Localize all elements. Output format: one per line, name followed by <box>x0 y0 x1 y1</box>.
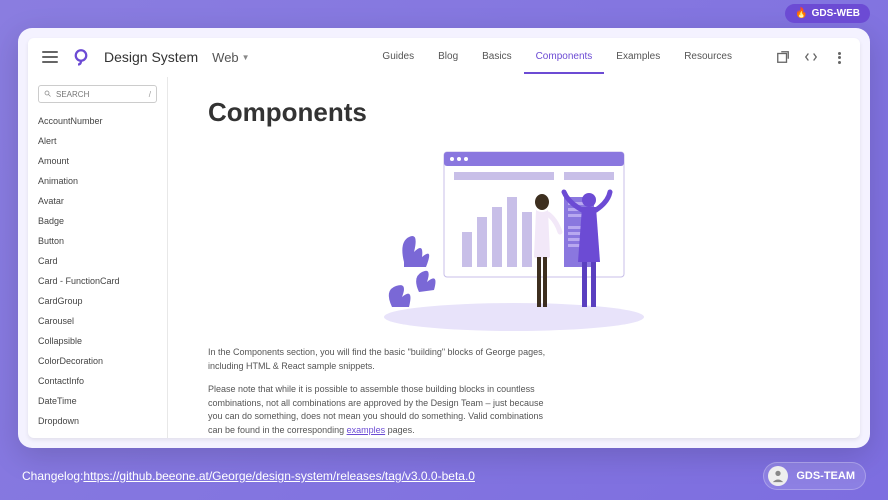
search-input[interactable]: / <box>38 85 157 103</box>
brand-name: Design System <box>104 49 198 65</box>
changelog-link[interactable]: https://github.beeone.at/George/design-s… <box>83 469 475 483</box>
nav-examples[interactable]: Examples <box>604 41 672 74</box>
team-label: GDS-TEAM <box>796 470 855 482</box>
sidebar-item-carousel[interactable]: Carousel <box>38 311 157 331</box>
browser-frame: Design System Web ▼ GuidesBlogBasicsComp… <box>28 38 860 438</box>
flame-icon: 🔥 <box>795 8 807 19</box>
page-title: Components <box>208 97 820 128</box>
nav-guides[interactable]: Guides <box>370 41 426 74</box>
logo-icon <box>72 48 90 66</box>
nav-resources[interactable]: Resources <box>672 41 744 74</box>
sidebar-item-card[interactable]: Card <box>38 251 157 271</box>
note-text-2: pages. <box>385 425 415 435</box>
footer-bar: Changelog: https://github.beeone.at/Geor… <box>0 462 888 490</box>
sidebar-item-animation[interactable]: Animation <box>38 171 157 191</box>
search-field[interactable] <box>56 90 145 99</box>
nav-blog[interactable]: Blog <box>426 41 470 74</box>
platform-label: Web <box>212 50 239 65</box>
nav-basics[interactable]: Basics <box>470 41 523 74</box>
sidebar-item-alert[interactable]: Alert <box>38 131 157 151</box>
sidebar-item-amount[interactable]: Amount <box>38 151 157 171</box>
top-toolbar: Design System Web ▼ GuidesBlogBasicsComp… <box>28 38 860 77</box>
gds-web-badge[interactable]: 🔥 GDS-WEB <box>785 4 870 23</box>
avatar-icon <box>768 466 788 486</box>
sidebar-item-badge[interactable]: Badge <box>38 211 157 231</box>
sidebar-item-button[interactable]: Button <box>38 231 157 251</box>
components-illustration <box>364 142 664 332</box>
code-icon[interactable] <box>804 50 818 64</box>
external-link-icon[interactable] <box>776 50 790 64</box>
changelog-label: Changelog: <box>22 469 83 483</box>
main-content: Components <box>168 77 860 438</box>
sidebar-item-datetime[interactable]: DateTime <box>38 391 157 411</box>
platform-dropdown[interactable]: Web ▼ <box>212 50 249 65</box>
gds-team-badge[interactable]: GDS-TEAM <box>763 462 866 490</box>
sidebar-item-avatar[interactable]: Avatar <box>38 191 157 211</box>
note-paragraph: Please note that while it is possible to… <box>208 383 548 437</box>
search-shortcut: / <box>149 90 151 99</box>
intro-paragraph: In the Components section, you will find… <box>208 346 548 373</box>
sidebar-item-dropdown[interactable]: Dropdown <box>38 411 157 431</box>
sidebar-item-collapsible[interactable]: Collapsible <box>38 331 157 351</box>
examples-link[interactable]: examples <box>347 425 386 435</box>
panel: Design System Web ▼ GuidesBlogBasicsComp… <box>18 28 870 448</box>
sidebar-item-card-functioncard[interactable]: Card - FunctionCard <box>38 271 157 291</box>
top-nav: GuidesBlogBasicsComponentsExamplesResour… <box>370 41 744 74</box>
nav-components[interactable]: Components <box>524 41 605 74</box>
sidebar: / AccountNumberAlertAmountAnimationAvata… <box>28 77 168 438</box>
sidebar-item-colordecoration[interactable]: ColorDecoration <box>38 351 157 371</box>
badge-label: GDS-WEB <box>812 8 860 19</box>
menu-icon[interactable] <box>42 51 58 63</box>
chevron-down-icon: ▼ <box>242 53 250 62</box>
more-icon[interactable] <box>832 50 846 64</box>
search-icon <box>44 90 52 98</box>
sidebar-item-contactinfo[interactable]: ContactInfo <box>38 371 157 391</box>
sidebar-item-accountnumber[interactable]: AccountNumber <box>38 111 157 131</box>
sidebar-item-cardgroup[interactable]: CardGroup <box>38 291 157 311</box>
